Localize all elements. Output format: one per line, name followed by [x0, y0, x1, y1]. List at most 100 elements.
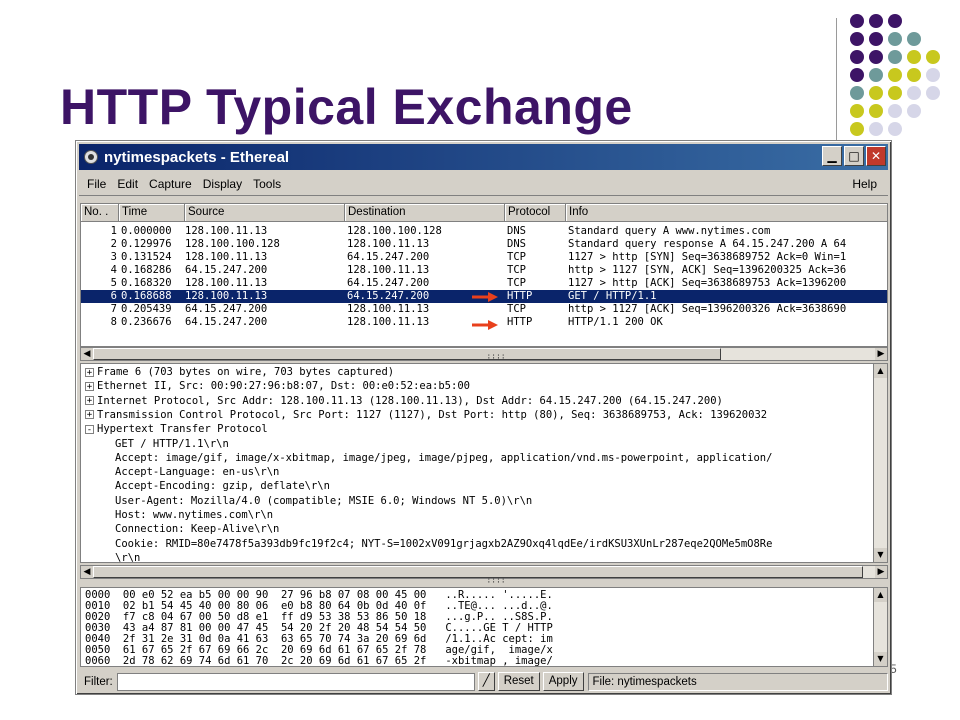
column-header-destination[interactable]: Destination: [345, 204, 505, 222]
detail-tree-line[interactable]: Accept-Encoding: gzip, deflate\r\n: [115, 479, 330, 494]
menu-tools[interactable]: Tools: [253, 177, 281, 191]
menu-help[interactable]: Help: [852, 177, 877, 191]
column-header-source[interactable]: Source: [185, 204, 345, 222]
packet-cell-info: GET / HTTP/1.1: [568, 290, 657, 302]
decorative-dot: [907, 50, 921, 64]
detail-tree-line[interactable]: + Internet Protocol, Src Addr: 128.100.11…: [85, 394, 723, 409]
packet-cell-proto: HTTP: [507, 316, 533, 328]
filter-input[interactable]: [116, 672, 475, 691]
window-titlebar[interactable]: nytimespackets - Ethereal ▁ □ ✕: [79, 144, 888, 170]
packet-cell-time: 0.168286: [121, 264, 172, 276]
ethereal-icon: [84, 150, 98, 164]
decorative-dot: [850, 104, 864, 118]
detail-tree-line[interactable]: + Frame 6 (703 bytes on wire, 703 bytes c…: [85, 365, 394, 380]
packet-cell-time: 0.236676: [121, 316, 172, 328]
packet-cell-src: 128.100.11.13: [185, 277, 268, 289]
detail-tree-line[interactable]: \r\n: [115, 551, 141, 563]
menu-bar: File Edit Capture Display Tools Help: [79, 173, 888, 196]
hex-vscrollbar[interactable]: ▲ ▼: [873, 588, 887, 666]
packet-row[interactable]: 7 0.205439 64.15.247.200 128.100.11.13 TCP ht…: [81, 303, 887, 316]
packet-detail-pane: + Frame 6 (703 bytes on wire, 703 bytes c…: [80, 363, 888, 563]
scroll-left-icon[interactable]: ◀: [81, 348, 93, 360]
slide-divider-line: [836, 18, 837, 158]
maximize-button[interactable]: □: [844, 146, 864, 166]
detail-vscrollbar[interactable]: ▲ ▼: [873, 364, 887, 562]
expand-icon[interactable]: +: [85, 381, 94, 391]
menu-display[interactable]: Display: [203, 177, 242, 191]
column-header-time[interactable]: Time: [119, 204, 185, 222]
packet-cell-no: 7: [110, 303, 117, 315]
detail-tree-line[interactable]: Connection: Keep-Alive\r\n: [115, 522, 279, 537]
detail-tree-line[interactable]: - Hypertext Transfer Protocol: [85, 422, 268, 437]
menu-file[interactable]: File: [87, 177, 106, 191]
hex-dump-line[interactable]: 0060 2d 78 62 69 74 6d 61 70 2c 20 69 6d…: [85, 656, 553, 667]
reset-button[interactable]: Reset: [497, 672, 540, 691]
detail-tree-line[interactable]: Cookie: RMID=80e7478f5a393db9fc19f2c4; N…: [115, 537, 772, 552]
decorative-dot: [907, 32, 921, 46]
pane-splitter[interactable]: ∶∶∶∶: [476, 353, 516, 362]
column-header-no[interactable]: No. .: [81, 204, 119, 222]
detail-tree-line[interactable]: GET / HTTP/1.1\r\n: [115, 437, 229, 452]
decorative-dot: [850, 14, 864, 28]
column-header-protocol[interactable]: Protocol: [505, 204, 566, 222]
decorative-dot: [888, 86, 902, 100]
packet-cell-no: 1: [110, 225, 117, 237]
decorative-dot: [888, 122, 902, 136]
menu-capture[interactable]: Capture: [149, 177, 192, 191]
annotation-arrow-icon: [472, 320, 498, 330]
minimize-button[interactable]: ▁: [822, 146, 842, 166]
filter-expression-button[interactable]: ╱: [477, 672, 495, 691]
decorative-dot: [869, 122, 883, 136]
decorative-dot: [926, 50, 940, 64]
detail-line-text: Hypertext Transfer Protocol: [97, 423, 268, 436]
scroll-thumb[interactable]: [93, 348, 721, 360]
packet-cell-no: 8: [110, 316, 117, 328]
packet-row[interactable]: 5 0.168320 128.100.11.13 64.15.247.200 TCP 11…: [81, 277, 887, 290]
detail-tree-line[interactable]: Host: www.nytimes.com\r\n: [115, 508, 273, 523]
decorative-dot: [869, 14, 883, 28]
packet-cell-src: 128.100.100.128: [185, 238, 280, 250]
scroll-right-icon[interactable]: ▶: [875, 566, 887, 578]
detail-line-text: Cookie: RMID=80e7478f5a393db9fc19f2c4; N…: [115, 537, 773, 550]
detail-line-text: Ethernet II, Src: 00:90:27:96:b8:07, Dst…: [97, 380, 470, 393]
packet-row[interactable]: 4 0.168286 64.15.247.200 128.100.11.13 TCP ht…: [81, 264, 887, 277]
scroll-left-icon[interactable]: ◀: [81, 566, 93, 578]
scroll-up-icon[interactable]: ▲: [874, 588, 887, 602]
packet-row[interactable]: 3 0.131524 128.100.11.13 64.15.247.200 TCP 11…: [81, 251, 887, 264]
packet-cell-proto: TCP: [507, 264, 526, 276]
scroll-thumb[interactable]: [93, 566, 863, 578]
packet-row[interactable]: 1 0.000000 128.100.11.13 128.100.100.128 DNS…: [81, 225, 887, 238]
decorative-dot: [850, 50, 864, 64]
scroll-right-icon[interactable]: ▶: [875, 348, 887, 360]
decorative-dot: [850, 86, 864, 100]
packet-cell-src: 64.15.247.200: [185, 264, 268, 276]
detail-hscrollbar[interactable]: ◀ ▶: [80, 565, 888, 579]
pane-splitter[interactable]: ∶∶∶∶: [476, 577, 516, 586]
packet-cell-proto: TCP: [507, 277, 526, 289]
collapse-icon[interactable]: -: [85, 424, 94, 434]
detail-line-text: Connection: Keep-Alive\r\n: [115, 523, 280, 536]
filter-label: Filter:: [84, 675, 113, 688]
column-header-info[interactable]: Info: [566, 204, 887, 222]
detail-tree-line[interactable]: Accept-Language: en-us\r\n: [115, 465, 279, 480]
scroll-down-icon[interactable]: ▼: [874, 548, 887, 562]
detail-tree-line[interactable]: User-Agent: Mozilla/4.0 (compatible; MSI…: [115, 494, 532, 509]
scroll-up-icon[interactable]: ▲: [874, 364, 887, 378]
close-icon: ✕: [870, 149, 882, 163]
packet-row[interactable]: 2 0.129976 128.100.100.128 128.100.11.13 DNS…: [81, 238, 887, 251]
packet-cell-time: 0.000000: [121, 225, 172, 237]
apply-button[interactable]: Apply: [542, 672, 584, 691]
scroll-down-icon[interactable]: ▼: [874, 652, 887, 666]
detail-tree-line[interactable]: Accept: image/gif, image/x-xbitmap, imag…: [115, 451, 772, 466]
expand-icon[interactable]: +: [85, 396, 94, 406]
detail-tree-line[interactable]: + Ethernet II, Src: 00:90:27:96:b8:07, Ds…: [85, 379, 470, 394]
annotation-arrow-icon: [472, 292, 498, 302]
maximize-icon: □: [848, 149, 860, 163]
detail-tree-line[interactable]: + Transmission Control Protocol, Src Port…: [85, 408, 767, 423]
menu-edit[interactable]: Edit: [117, 177, 138, 191]
expand-icon[interactable]: +: [85, 410, 94, 420]
close-button[interactable]: ✕: [866, 146, 886, 166]
expand-icon[interactable]: +: [85, 367, 94, 377]
packet-cell-src: 128.100.11.13: [185, 290, 268, 302]
detail-line-text: \r\n: [115, 551, 141, 563]
